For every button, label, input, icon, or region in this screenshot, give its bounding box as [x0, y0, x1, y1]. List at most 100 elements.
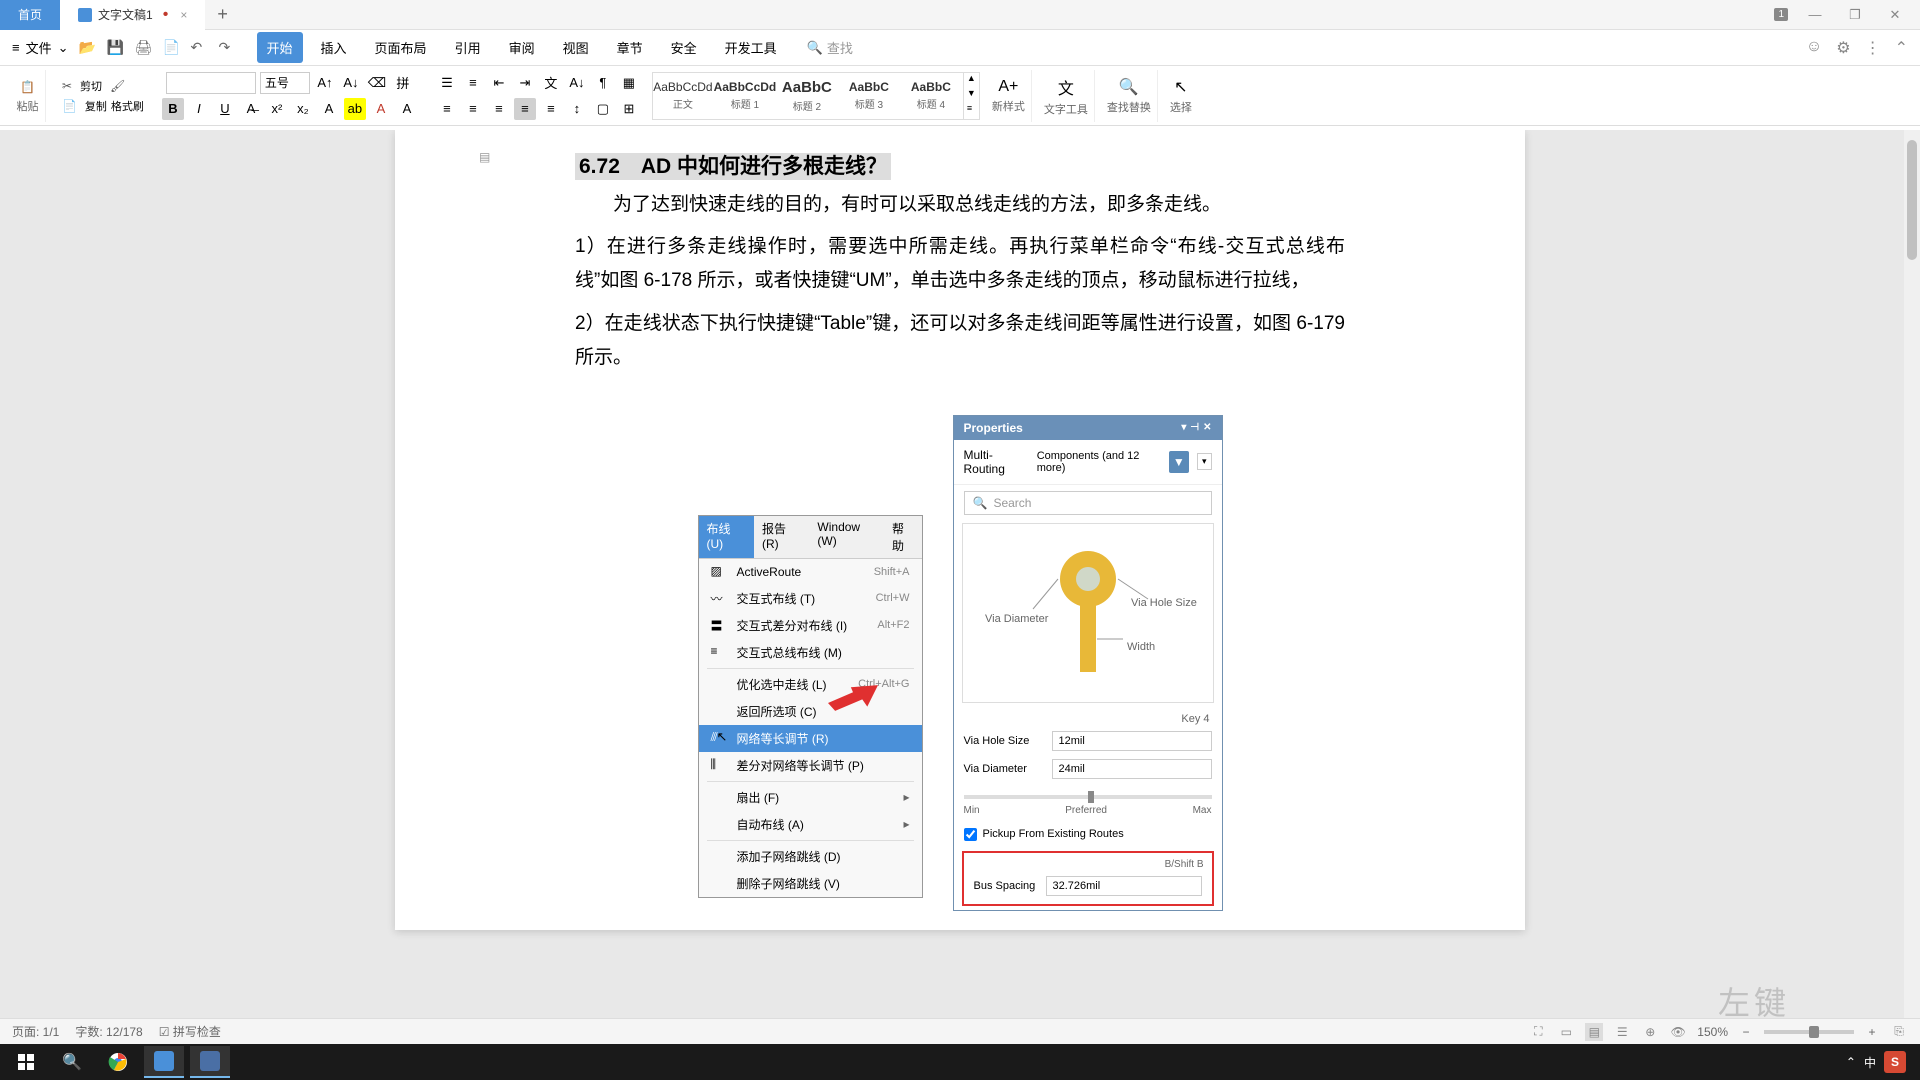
find-replace-icon[interactable]: 🔍	[1119, 77, 1139, 97]
collapse-ribbon-icon[interactable]: ⌃	[1895, 38, 1908, 58]
decrease-indent-button[interactable]: ⇤	[488, 72, 510, 94]
show-marks-button[interactable]: ¶	[592, 72, 614, 94]
search-taskbar-icon[interactable]: 🔍	[52, 1046, 92, 1078]
file-menu[interactable]: ≡ 文件 ⌄	[12, 38, 69, 57]
word-count[interactable]: 字数: 12/178	[75, 1023, 142, 1040]
fit-width-icon[interactable]: ⎘	[1890, 1023, 1908, 1041]
italic-button[interactable]: I	[188, 98, 210, 120]
new-style-icon[interactable]: A+	[998, 78, 1018, 96]
zoom-in-button[interactable]: +	[1864, 1025, 1880, 1039]
print-preview-icon[interactable]: 📄	[163, 39, 181, 57]
style-heading-4[interactable]: AaBbC 标题 4	[901, 73, 961, 119]
bold-button[interactable]: B	[162, 98, 184, 120]
distribute-button[interactable]: ≡	[540, 98, 562, 120]
page-indicator[interactable]: 页面: 1/1	[12, 1023, 59, 1040]
align-left-button[interactable]: ≡	[436, 98, 458, 120]
style-normal[interactable]: AaBbCcDd 正文	[653, 73, 713, 119]
ime-indicator[interactable]: 中	[1864, 1054, 1876, 1071]
tab-insert[interactable]: 插入	[311, 32, 357, 63]
read-view-icon[interactable]: ▭	[1557, 1023, 1575, 1041]
document-tab[interactable]: 文字文稿1 • ×	[60, 0, 205, 30]
text-effect-button[interactable]: A	[318, 98, 340, 120]
paste-button[interactable]: 📋	[16, 78, 39, 96]
zoom-slider[interactable]	[1764, 1030, 1854, 1034]
shading-button[interactable]: ▢	[592, 98, 614, 120]
zoom-level[interactable]: 150%	[1697, 1025, 1728, 1039]
feedback-icon[interactable]: ☺	[1806, 38, 1822, 58]
font-size-select[interactable]	[260, 72, 310, 94]
align-center-button[interactable]: ≡	[462, 98, 484, 120]
subscript-button[interactable]: x₂	[292, 98, 314, 120]
sort-button[interactable]: A↓	[566, 72, 588, 94]
minimize-button[interactable]: —	[1802, 7, 1828, 22]
strikethrough-button[interactable]: A̶	[240, 98, 262, 120]
wps-taskbar-icon[interactable]	[190, 1046, 230, 1078]
underline-button[interactable]: U	[214, 98, 236, 120]
select-icon[interactable]: ↖	[1174, 77, 1187, 97]
copy-button[interactable]: 📄	[58, 97, 81, 115]
sogou-ime-icon[interactable]: S	[1884, 1051, 1906, 1073]
outline-view-icon[interactable]: ☰	[1613, 1023, 1631, 1041]
styles-scroll-up[interactable]: ▲	[964, 73, 979, 88]
borders-button[interactable]: ⊞	[618, 98, 640, 120]
tab-security[interactable]: 安全	[661, 32, 707, 63]
tab-chapter[interactable]: 章节	[607, 32, 653, 63]
highlight-button[interactable]: ab	[344, 98, 366, 120]
eye-icon[interactable]: 👁	[1669, 1023, 1687, 1041]
format-painter-icon[interactable]: 🖌	[106, 77, 129, 95]
notification-badge[interactable]: 1	[1774, 8, 1788, 21]
decrease-font-icon[interactable]: A↓	[340, 72, 362, 94]
styles-more[interactable]: ≡	[964, 103, 979, 118]
increase-font-icon[interactable]: A↑	[314, 72, 336, 94]
spell-check-toggle[interactable]: ☑ 拼写检查	[159, 1023, 221, 1040]
align-right-button[interactable]: ≡	[488, 98, 510, 120]
phonetic-icon[interactable]: 拼	[392, 72, 414, 94]
line-spacing-button[interactable]: ↕	[566, 98, 588, 120]
increase-indent-button[interactable]: ⇥	[514, 72, 536, 94]
tab-page-layout[interactable]: 页面布局	[365, 32, 437, 63]
text-tools-icon[interactable]: 文	[1058, 75, 1074, 99]
table-button[interactable]: ▦	[618, 72, 640, 94]
save-icon[interactable]: 💾	[107, 39, 125, 57]
font-color-button[interactable]: A	[370, 98, 392, 120]
style-heading-3[interactable]: AaBbC 标题 3	[839, 73, 899, 119]
scrollbar-thumb[interactable]	[1907, 140, 1917, 260]
close-tab-icon[interactable]: ×	[180, 8, 187, 22]
section-icon[interactable]: ▤	[479, 150, 493, 164]
style-heading-2[interactable]: AaBbC 标题 2	[777, 73, 837, 119]
restore-button[interactable]: ❐	[1842, 7, 1868, 23]
cut-button[interactable]: ✂	[58, 77, 76, 95]
bullets-button[interactable]: ☰	[436, 72, 458, 94]
start-button[interactable]	[6, 1046, 46, 1078]
zoom-out-button[interactable]: −	[1738, 1025, 1754, 1039]
print-icon[interactable]: 🖨	[135, 39, 153, 57]
vertical-scrollbar[interactable]	[1904, 130, 1920, 1044]
tab-reference[interactable]: 引用	[445, 32, 491, 63]
numbering-button[interactable]: ≡	[462, 72, 484, 94]
chrome-taskbar-icon[interactable]	[98, 1046, 138, 1078]
close-window-button[interactable]: ✕	[1882, 7, 1908, 23]
more-icon[interactable]: ⋮	[1865, 38, 1881, 58]
search-box[interactable]: 🔍 查找	[807, 38, 853, 57]
font-family-select[interactable]	[166, 72, 256, 94]
home-tab[interactable]: 首页	[0, 0, 60, 30]
style-heading-1[interactable]: AaBbCcDd 标题 1	[715, 73, 775, 119]
tab-review[interactable]: 审阅	[499, 32, 545, 63]
add-tab-button[interactable]: +	[205, 4, 240, 25]
open-icon[interactable]: 📂	[79, 39, 97, 57]
char-shading-button[interactable]: A	[396, 98, 418, 120]
web-view-icon[interactable]: ⊕	[1641, 1023, 1659, 1041]
undo-icon[interactable]: ↶	[191, 39, 209, 57]
styles-scroll-down[interactable]: ▼	[964, 88, 979, 103]
tab-view[interactable]: 视图	[553, 32, 599, 63]
app1-taskbar-icon[interactable]	[144, 1046, 184, 1078]
page-view-icon[interactable]: ▤	[1585, 1023, 1603, 1041]
tab-start[interactable]: 开始	[257, 32, 303, 63]
tray-chevron-icon[interactable]: ⌃	[1846, 1055, 1856, 1069]
settings-icon[interactable]: ⚙	[1836, 38, 1850, 58]
clear-format-icon[interactable]: ⌫	[366, 72, 388, 94]
fullscreen-icon[interactable]: ⛶	[1529, 1023, 1547, 1041]
text-direction-button[interactable]: 文	[540, 72, 562, 94]
redo-icon[interactable]: ↷	[219, 39, 237, 57]
document-content[interactable]: 6.72 AD 中如何进行多根走线？ 为了达到快速走线的目的，有时可以采取总线走…	[395, 150, 1525, 911]
